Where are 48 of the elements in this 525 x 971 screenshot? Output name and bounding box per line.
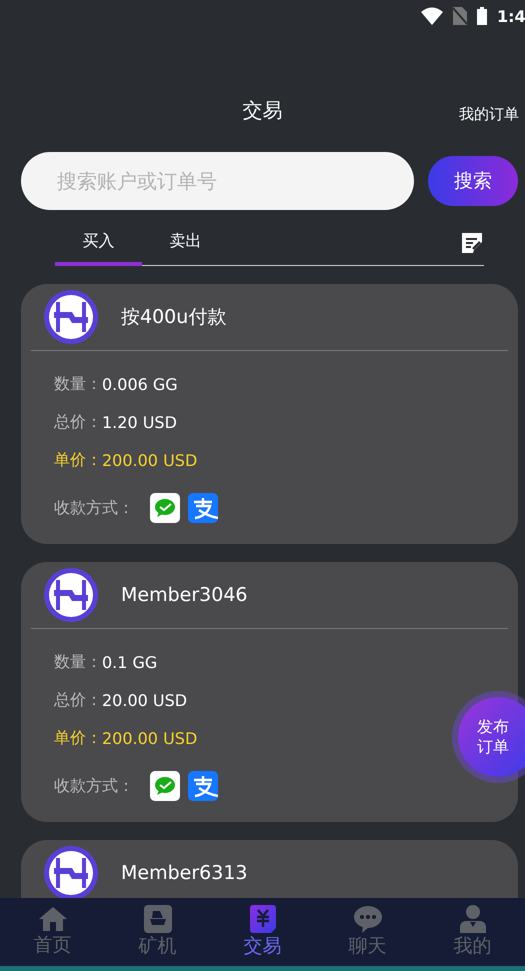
search-button[interactable]: 搜索 (428, 156, 518, 206)
nav-tab[interactable]: 交易 (210, 898, 315, 966)
field-value: 0.006 GG (102, 374, 178, 394)
nav-label: 我的 (454, 934, 492, 959)
home-icon (38, 906, 68, 932)
tab[interactable]: 卖出 (142, 220, 229, 266)
chat-icon (352, 905, 382, 933)
avatar-logo-icon (44, 568, 98, 622)
tab[interactable]: 买入 (55, 220, 142, 266)
field-value: 200.00 USD (102, 450, 198, 470)
pay-character-icon[interactable] (188, 771, 218, 801)
avatar-logo-icon (44, 846, 98, 898)
field-label: 数量： (54, 652, 102, 672)
field-value: 1.20 USD (102, 412, 177, 432)
payment-label: 收款方式： (54, 776, 134, 796)
search-field[interactable]: 搜索账户或订单号 (21, 152, 414, 210)
nav-label: 聊天 (348, 934, 386, 959)
order-card[interactable]: Member6313 (21, 840, 518, 898)
field-value: 20.00 USD (102, 690, 188, 710)
field-value: 0.1 GG (102, 652, 158, 672)
nav-label: 矿机 (138, 934, 176, 959)
order-card[interactable]: 按400u付款 数量：0.006 GG 总价：1.20 USD 单价：200.00 USD 收款方式： (21, 284, 518, 544)
cart-icon (144, 905, 172, 933)
field-label: 单价： (54, 450, 102, 470)
field-label: 总价： (54, 412, 102, 432)
no-sim-icon (453, 7, 467, 25)
wifi-icon (421, 7, 443, 25)
seller-name: 按400u付款 (121, 305, 226, 330)
field-label: 数量： (54, 374, 102, 394)
nav-label: 首页 (34, 933, 72, 958)
user-icon (460, 905, 486, 933)
seller-name: Member3046 (121, 584, 248, 606)
avatar-logo-icon (44, 290, 98, 344)
my-orders-link[interactable]: 我的订单 (459, 105, 519, 124)
seller-name: Member6313 (121, 862, 248, 884)
battery-icon (477, 7, 487, 25)
chat-bubble-icon[interactable] (150, 771, 180, 801)
page-title: 交易 (242, 97, 282, 124)
pay-character-icon[interactable] (188, 493, 218, 523)
chat-bubble-icon[interactable] (150, 493, 180, 523)
edit-note-icon[interactable] (462, 232, 482, 252)
payment-label: 收款方式： (54, 498, 134, 518)
field-label: 单价： (54, 728, 102, 748)
nav-label: 交易 (244, 934, 282, 959)
field-label: 总价： (54, 690, 102, 710)
yuan-tag-icon (250, 905, 276, 933)
status-time: 1:4 (497, 6, 525, 26)
field-value: 200.00 USD (102, 728, 198, 748)
